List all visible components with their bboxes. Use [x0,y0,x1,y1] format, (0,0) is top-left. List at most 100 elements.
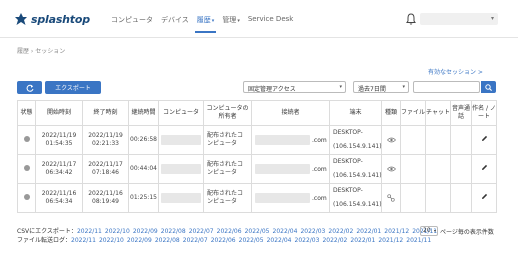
table-row[interactable]: 2022/11/17 06:34:42 2022/11/17 07:18:46 00:4… [17,154,497,184]
note-cell[interactable] [471,154,497,184]
refresh-button[interactable] [17,81,42,94]
search-button[interactable] [481,81,496,93]
end-time: 07:18:46 [92,169,119,176]
nav-item-3[interactable]: 管理▾ [222,15,240,25]
per-page-label: ページ毎の表示件数 [440,228,494,236]
pencil-icon [481,193,487,199]
ftl-month-link[interactable]: 2021/11 [406,237,431,244]
redacted-operator [255,164,310,174]
terminal-ip: (106.154.9.141) [333,172,382,179]
date-range-select[interactable]: 過去7日間 ▾ [353,81,409,93]
ftl-month-link[interactable]: 2022/08 [155,237,180,244]
ftl-month-link[interactable]: 2022/01 [350,237,375,244]
column-header: 開始時刻 [35,100,83,126]
search-input[interactable] [413,81,480,93]
caret-down-icon: ▾ [237,18,240,24]
table-header-row: 状態 開始時刻 終了時刻 継続時間 コンピュータ コンピュータの所有者 接続者 端末 種類 ファイ… [17,100,497,126]
column-header: 終了時刻 [82,100,129,126]
nav-item-2[interactable]: 履歴▾ [194,15,216,33]
column-header: 継続時間 [128,100,159,126]
computer-cell [158,125,204,155]
nav-item-4[interactable]: Service Desk [248,15,294,25]
start-time: 01:54:35 [45,140,73,147]
ftl-month-link[interactable]: 2022/02 [322,237,347,244]
file-transfer-log-row: ファイル転送ログ：2022/11 2022/10 2022/09 2022/08 202… [17,236,440,245]
csv-month-link[interactable]: 2022/04 [273,228,298,235]
csv-month-link[interactable]: 2022/07 [189,228,214,235]
access-type-value: 固定管理アクセス [248,86,296,93]
start-time-cell: 2022/11/17 06:34:42 [35,154,83,184]
ftl-month-link[interactable]: 2022/03 [295,237,320,244]
redacted-computer-name [161,135,201,145]
csv-month-link[interactable]: 2021/12 [384,228,409,235]
redacted-operator [255,135,310,145]
eye-icon [386,166,396,171]
terminal-name: DESKTOP- [333,129,363,136]
ftl-month-link[interactable]: 2022/11 [71,237,96,244]
nav-item-0[interactable]: コンピュータ [111,15,153,25]
start-time: 06:34:42 [45,169,73,176]
end-time-cell: 2022/11/16 08:19:49 [82,183,129,213]
csv-month-link[interactable]: 2022/11 [77,228,102,235]
ftl-month-link[interactable]: 2021/12 [378,237,403,244]
table-row[interactable]: 2022/11/16 06:54:34 2022/11/16 08:19:49 01:2… [17,183,497,213]
chevron-down-icon: ▾ [490,15,494,22]
csv-month-link[interactable]: 2022/09 [133,228,158,235]
refresh-icon [26,84,33,92]
start-time-cell: 2022/11/16 06:54:34 [35,183,83,213]
column-header: ファイル [400,100,426,126]
chat-cell [425,154,451,184]
date-range-value: 過去7日間 [358,86,386,93]
ftl-month-link[interactable]: 2022/05 [239,237,264,244]
terminal-name: DESKTOP- [333,158,363,165]
ftl-month-link[interactable]: 2022/07 [183,237,208,244]
column-header: 状態 [17,100,36,126]
csv-month-link[interactable]: 2022/05 [245,228,270,235]
note-cell[interactable] [471,183,497,213]
csv-month-link[interactable]: 2022/02 [328,228,353,235]
export-button[interactable]: エクスポート [45,81,101,94]
redacted-computer-name [161,193,201,203]
start-date: 2022/11/19 [41,132,77,139]
owner-cell: 配布されたコ ンピュータ [203,183,252,213]
file-cell [400,154,426,184]
operator-domain: .com [312,165,327,173]
table-row[interactable]: 2022/11/19 01:54:35 2022/11/19 02:21:33 00:2… [17,125,497,155]
nav-item-label: コンピュータ [111,16,153,24]
active-sessions-link[interactable]: 有効なセッション > [428,67,483,76]
chat-cell [425,183,451,213]
end-time-cell: 2022/11/17 07:18:46 [82,154,129,184]
voice-call-cell [450,154,472,184]
terminal-name: DESKTOP- [333,187,363,194]
transfer-icon [387,194,395,202]
nav-item-1[interactable]: デバイス [161,15,189,25]
note-cell[interactable] [471,125,497,155]
nav-item-label: 履歴 [196,16,211,24]
column-header: 端末 [329,100,382,126]
splashtop-logo[interactable]: splashtop [14,12,90,26]
start-date: 2022/11/17 [41,161,77,168]
bell-icon[interactable] [406,13,416,25]
splashtop-logo-icon [15,13,27,25]
terminal-ip: (106.154.9.141) [333,143,382,150]
csv-month-link[interactable]: 2022/03 [300,228,325,235]
per-page-select[interactable]: 20 ▾ [420,226,438,236]
terminal-ip: (106.154.9.141) [333,201,382,208]
ftl-month-link[interactable]: 2022/06 [211,237,236,244]
start-time-cell: 2022/11/19 01:54:35 [35,125,83,155]
column-header: 種類 [381,100,401,126]
owner-cell: 配布されたコ ンピュータ [203,154,252,184]
csv-month-link[interactable]: 2022/06 [217,228,242,235]
access-type-select[interactable]: 固定管理アクセス ▾ [243,81,346,93]
ftl-month-link[interactable]: 2022/10 [99,237,124,244]
status-dot [23,193,30,200]
user-menu[interactable]: ▾ [420,13,498,25]
status-cell [17,125,36,155]
ftl-month-link[interactable]: 2022/04 [267,237,292,244]
csv-month-link[interactable]: 2022/10 [105,228,130,235]
column-header: チャット [425,100,451,126]
chat-cell [425,125,451,155]
ftl-month-link[interactable]: 2022/09 [127,237,152,244]
csv-month-link[interactable]: 2022/08 [161,228,186,235]
csv-month-link[interactable]: 2022/01 [356,228,381,235]
